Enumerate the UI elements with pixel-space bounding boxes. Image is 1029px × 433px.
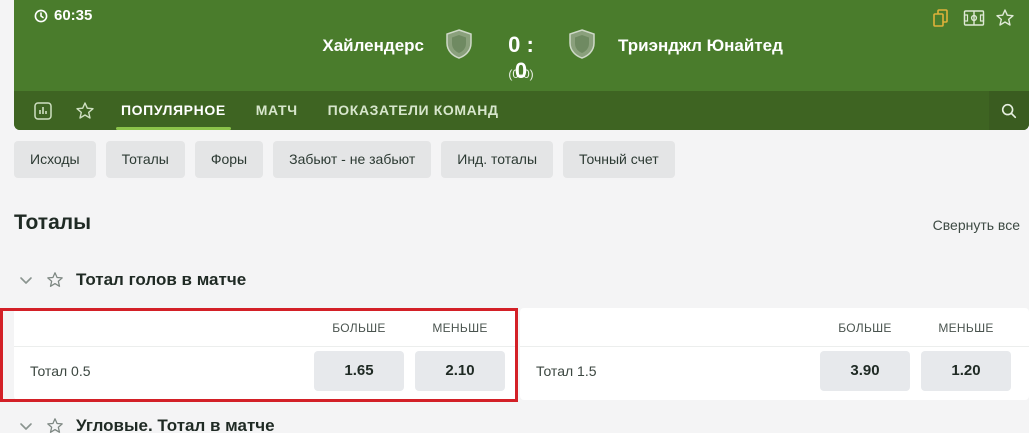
match-timer: 60:35 (34, 7, 92, 24)
chip-outcomes[interactable]: Исходы (14, 141, 96, 178)
timer-value: 60:35 (54, 7, 93, 24)
away-team-name[interactable]: Триэнджл Юнайтед (618, 36, 783, 56)
search-icon[interactable] (989, 91, 1029, 130)
under-column-header: МЕНЬШЕ (432, 321, 488, 335)
market-star-icon[interactable] (46, 271, 64, 289)
chevron-down-icon[interactable] (18, 418, 34, 433)
odd-over-button[interactable]: 1.65 (314, 351, 404, 391)
over-column-header: БОЛЬШЕ (838, 321, 892, 335)
section-title: Тоталы (14, 211, 92, 234)
favorite-star-icon[interactable] (995, 8, 1015, 28)
market-title: Тотал голов в матче (76, 270, 247, 289)
match-header: 60:35 Хайлендерс 0: 0 Триэнджл Юнайтед … (14, 0, 1029, 130)
odd-over-button[interactable]: 3.90 (820, 351, 910, 391)
tab-popular[interactable]: ПОПУЛЯРНОЕ (106, 91, 241, 130)
match-nav: ПОПУЛЯРНОЕ МАТЧ ПОКАЗАТЕЛИ КОМАНД (14, 91, 1029, 130)
tab-match[interactable]: МАТЧ (241, 91, 313, 130)
tab-team-stats[interactable]: ПОКАЗАТЕЛИ КОМАНД (313, 91, 514, 130)
divider (520, 346, 1029, 347)
line-label: Тотал 1.5 (536, 363, 597, 379)
odd-under-button[interactable]: 1.20 (921, 351, 1011, 391)
home-team-name[interactable]: Хайлендерс (322, 36, 424, 56)
market-filter-chips: Исходы Тоталы Форы Забьют - не забьют Ин… (14, 141, 675, 178)
scoreline: Хайлендерс 0 : 0 Триэнджл Юнайтед (14, 26, 1029, 83)
stats-icon[interactable] (22, 91, 64, 130)
chip-totals[interactable]: Тоталы (105, 141, 185, 178)
away-team-shield-icon (569, 29, 595, 59)
chip-handicaps[interactable]: Форы (194, 141, 264, 178)
clock-icon (34, 9, 48, 22)
half-score: (0-0) (508, 67, 534, 81)
chip-exact-score[interactable]: Точный счет (563, 141, 675, 178)
chip-both-score[interactable]: Забьют - не забьют (273, 141, 432, 178)
odds-panel-left: БОЛЬШЕ МЕНЬШЕ Тотал 0.5 1.65 2.10 (14, 308, 516, 400)
market-title: Угловые. Тотал в матче (76, 416, 275, 433)
over-column-header: БОЛЬШЕ (332, 321, 386, 335)
field-icon[interactable] (963, 8, 985, 28)
nav-star-icon[interactable] (64, 91, 106, 130)
copy-icon[interactable] (931, 8, 951, 28)
market-star-icon[interactable] (46, 417, 64, 433)
odds-panel-right: БОЛЬШЕ МЕНЬШЕ Тотал 1.5 3.90 1.20 (520, 308, 1029, 400)
odd-under-button[interactable]: 2.10 (415, 351, 505, 391)
chevron-down-icon[interactable] (18, 272, 34, 288)
market-header[interactable]: Угловые. Тотал в матче (18, 416, 275, 433)
chip-individual-totals[interactable]: Инд. тоталы (441, 141, 554, 178)
market-header[interactable]: Тотал голов в матче (18, 270, 246, 290)
under-column-header: МЕНЬШЕ (938, 321, 994, 335)
home-team-shield-icon (446, 29, 472, 59)
line-label: Тотал 0.5 (30, 363, 91, 379)
collapse-all-link[interactable]: Свернуть все (933, 217, 1020, 233)
divider (14, 346, 516, 347)
